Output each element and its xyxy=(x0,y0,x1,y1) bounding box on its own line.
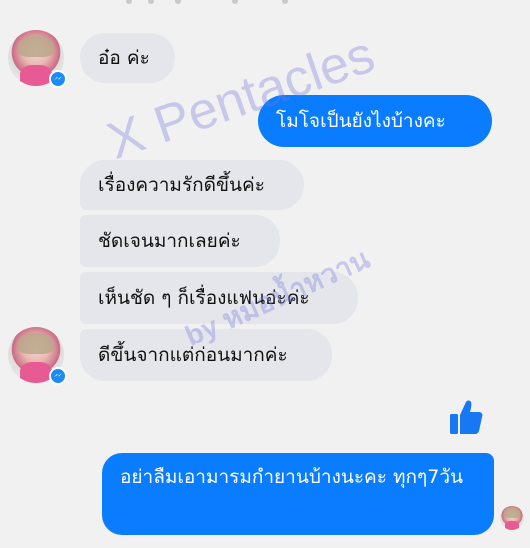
message-bubble-incoming[interactable]: ดีขึ้นจากแต่ก่อนมากค่ะ xyxy=(80,329,332,381)
edge-fragment xyxy=(126,0,132,4)
messenger-badge-icon xyxy=(49,70,67,88)
message-bubble-incoming[interactable]: ชัดเจนมากเลยค่ะ xyxy=(80,215,280,267)
message-bubble-incoming[interactable]: เห็นชัด ๆ ก็เรื่องแฟนอ่ะค่ะ xyxy=(80,272,358,324)
previous-message-edge xyxy=(0,0,530,8)
contact-avatar[interactable] xyxy=(8,327,67,385)
edge-fragment xyxy=(232,0,238,4)
seen-receipt-avatar xyxy=(500,506,524,530)
message-bubble-outgoing[interactable]: โมโจเป็นยังไงบ้างคะ xyxy=(258,95,492,147)
edge-fragment xyxy=(148,0,154,4)
edge-fragment xyxy=(175,0,181,4)
message-bubble-outgoing[interactable]: อย่าลืมเอามารมกำยานบ้างนะคะ ทุกๆ7วัน xyxy=(102,453,494,535)
messenger-badge-icon xyxy=(49,367,67,385)
contact-avatar[interactable] xyxy=(8,30,67,88)
avatar-photo xyxy=(500,506,524,530)
message-bubble-incoming[interactable]: อ๋อ ค่ะ xyxy=(80,33,175,83)
thumbs-up-icon[interactable] xyxy=(448,398,484,436)
message-bubble-incoming[interactable]: เรื่องความรักดีขึ้นค่ะ xyxy=(80,160,304,210)
edge-fragment xyxy=(282,0,288,4)
